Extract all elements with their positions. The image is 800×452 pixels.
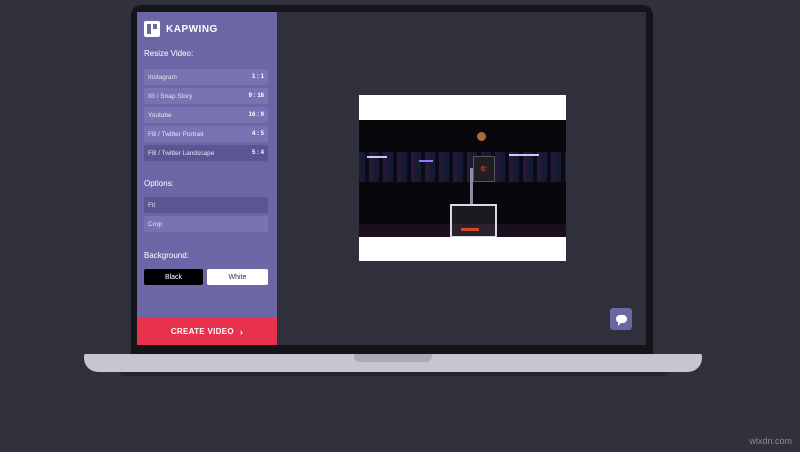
- background-white-button[interactable]: White: [207, 269, 268, 285]
- resize-option-label: Instagram: [148, 73, 177, 81]
- brand: KAPWING: [144, 19, 218, 39]
- laptop-shadow: [120, 372, 668, 376]
- chat-bubble-icon: [615, 315, 627, 326]
- resize-option-label: Youtube: [148, 111, 172, 119]
- resize-option-label: FB / Twitter Portrait: [148, 130, 204, 138]
- laptop-notch: [354, 354, 432, 362]
- watermark: wlxdn.com: [749, 436, 792, 446]
- kapwing-logo-icon: [144, 21, 160, 37]
- app-window: KAPWING Resize Video: Instagram 1 : 1 IG…: [137, 12, 646, 345]
- brand-name: KAPWING: [166, 23, 218, 35]
- resize-option-ratio: 9 : 16: [248, 93, 264, 99]
- hoop-rim: [461, 228, 479, 231]
- option-label: Fit: [148, 201, 156, 209]
- arena-light: [367, 156, 387, 158]
- background-black-button[interactable]: Black: [144, 269, 203, 285]
- resize-option-ratio: 1 : 1: [251, 74, 264, 80]
- video-preview[interactable]: 0:: [359, 120, 566, 237]
- arena-crowd: [359, 152, 566, 182]
- sidebar: KAPWING Resize Video: Instagram 1 : 1 IG…: [137, 12, 277, 345]
- shot-clock: 0:: [473, 156, 495, 182]
- create-video-label: CREATE VIDEO: [170, 327, 234, 336]
- resize-option-fb-twitter-landscape[interactable]: FB / Twitter Landscape 5 : 4: [144, 145, 268, 161]
- option-crop[interactable]: Crop: [144, 216, 268, 232]
- video-preview-frame: 0:: [359, 95, 566, 261]
- resize-option-instagram[interactable]: Instagram 1 : 1: [144, 69, 268, 85]
- resize-option-label: FB / Twitter Landscape: [148, 149, 215, 157]
- resize-video-label: Resize Video:: [144, 49, 194, 58]
- laptop-base: [84, 354, 702, 372]
- background-label: Background:: [144, 251, 189, 260]
- resize-option-ratio: 16 : 9: [248, 112, 264, 118]
- backboard: [450, 204, 497, 237]
- arena-light: [419, 160, 433, 162]
- resize-option-ig-snap-story[interactable]: IG / Snap Story 9 : 16: [144, 88, 268, 104]
- option-label: Crop: [148, 220, 163, 228]
- basketball: [477, 132, 486, 141]
- chat-button[interactable]: [610, 308, 632, 330]
- resize-option-label: IG / Snap Story: [148, 92, 193, 100]
- resize-option-ratio: 4 : 5: [251, 131, 264, 137]
- resize-option-ratio: 5 : 4: [251, 150, 264, 156]
- create-video-button[interactable]: CREATE VIDEO ›: [137, 318, 277, 345]
- resize-option-fb-twitter-portrait[interactable]: FB / Twitter Portrait 4 : 5: [144, 126, 268, 142]
- options-label: Options:: [144, 179, 174, 188]
- option-fit[interactable]: Fit: [144, 197, 268, 213]
- chevron-right-icon: ›: [239, 326, 244, 337]
- resize-option-youtube[interactable]: Youtube 16 : 9: [144, 107, 268, 123]
- arena-light: [509, 154, 539, 156]
